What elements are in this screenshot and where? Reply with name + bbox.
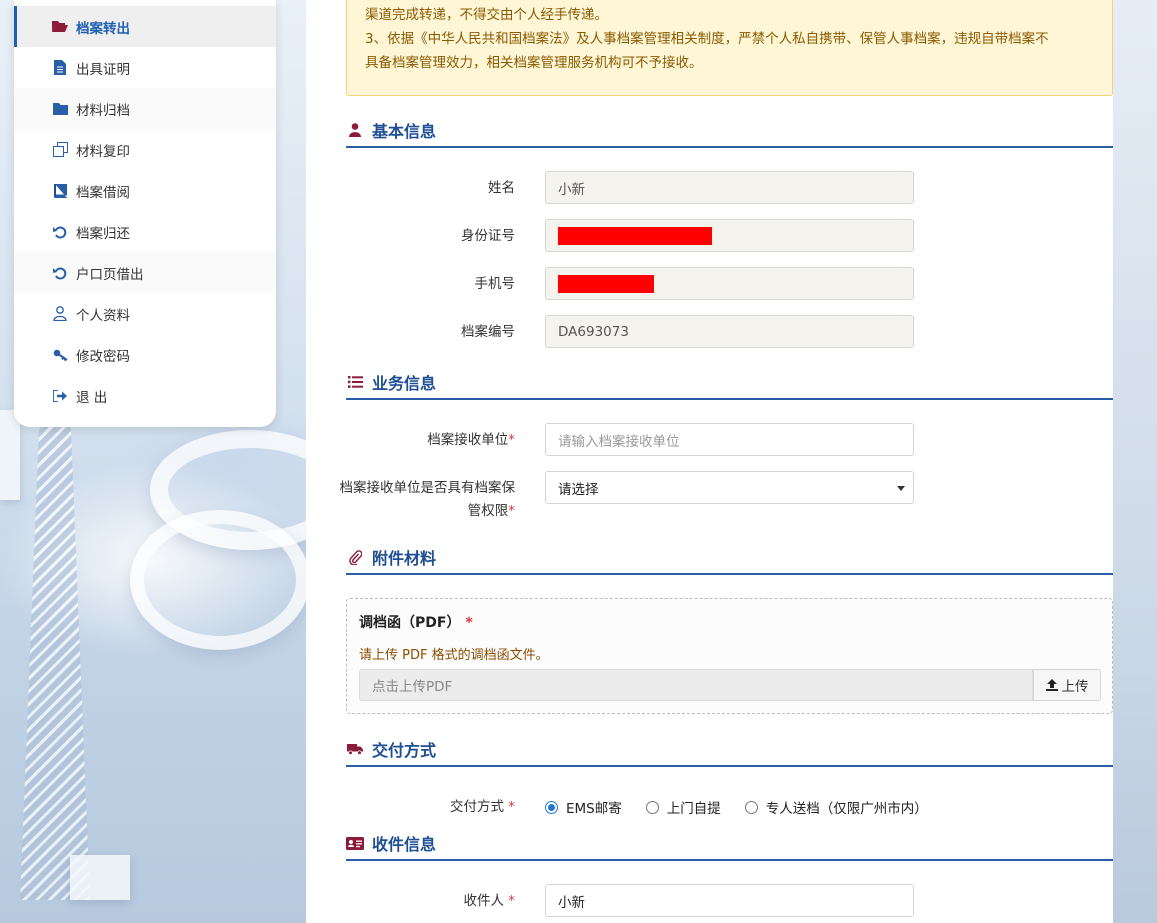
sidebar-item-label: 材料归档 [76,102,130,119]
notice-line: 渠道完成转递，不得交由个人经手传递。 [365,7,608,23]
receiver-unit-input[interactable]: 请输入档案接收单位 [545,423,914,456]
sidebar: 档案转出 出具证明 材料归档 材料复印 档案借阅 档案归还 户口页借出 个人资料… [14,0,276,427]
chevron-down-icon [897,486,905,491]
upload-hint: 请上传 PDF 格式的调档函文件。 [359,648,549,663]
upload-button-label: 上传 [1061,679,1089,695]
name-field: 小新 [545,171,914,204]
sidebar-item-label: 档案借阅 [76,184,130,201]
sidebar-item-household-borrow[interactable]: 户口页借出 [14,252,276,293]
recipient-name-label: 收件人 * [463,893,515,909]
radio-unchecked[interactable] [744,800,758,814]
recipient-name-value: 小新 [558,894,585,911]
sidebar-item-label: 档案转出 [76,20,130,37]
upload-button[interactable]: 上传 [1033,669,1101,701]
authority-select[interactable]: 请选择 [545,471,914,504]
radio-unchecked[interactable] [645,800,659,814]
archive-number-value: DA693073 [558,323,629,340]
delivery-radio-group: EMS邮寄 上门自提 专人送档（仅限广州市内） [545,796,952,818]
main-panel: 渠道完成转递，不得交由个人经手传递。 3、依据《中华人民共和国档案法》及人事档案… [306,0,1113,923]
upload-icon [1045,679,1058,691]
name-value: 小新 [558,181,585,198]
section-attachments: 附件材料 [346,541,1113,575]
sidebar-item-material-archive[interactable]: 材料归档 [14,88,276,129]
receiver-unit-placeholder: 请输入档案接收单位 [558,433,680,450]
radio-label: EMS邮寄 [566,801,622,817]
notice-line: 3、依据《中华人民共和国档案法》及人事档案管理相关制度，严禁个人私自携带、保管人… [365,31,1049,47]
copy-icon [52,142,68,158]
folder-icon [52,101,68,117]
sidebar-item-archive-return[interactable]: 档案归还 [14,211,276,252]
background-building [70,855,130,900]
archive-number-field: DA693073 [545,315,914,348]
recipient-name-input[interactable]: 小新 [545,884,914,917]
sidebar-item-label: 出具证明 [76,61,130,78]
background-stadium-ring [130,510,310,650]
section-business-info: 业务信息 [346,366,1113,400]
delivery-label: 交付方式 * [449,799,515,815]
folder-open-icon [52,19,68,35]
section-recipient: 收件信息 [346,827,1113,861]
upload-pdf-input[interactable]: 点击上传PDF [359,669,1033,701]
undo-icon [52,224,68,240]
delivery-option-courier[interactable]: 专人送档（仅限广州市内） [744,797,928,817]
notice-box: 渠道完成转递，不得交由个人经手传递。 3、依据《中华人民共和国档案法》及人事档案… [346,0,1113,96]
truck-icon [346,741,364,757]
authority-label: 档案接收单位是否具有档案保管权限* [339,480,516,519]
archive-number-label: 档案编号 [461,324,515,340]
notice-line: 具备档案管理效力，相关档案管理服务机构可不予接收。 [365,55,703,71]
id-number-field [545,219,914,252]
upload-placeholder: 点击上传PDF [372,679,453,695]
id-card-icon [346,835,364,851]
undo-icon [52,265,68,281]
sidebar-item-material-copy[interactable]: 材料复印 [14,129,276,170]
sidebar-item-label: 户口页借出 [76,266,144,283]
section-title-text: 基本信息 [372,122,437,141]
name-label: 姓名 [488,180,515,196]
section-title-text: 附件材料 [372,549,437,568]
book-icon [52,183,68,199]
sidebar-item-archive-transfer[interactable]: 档案转出 [14,6,276,47]
user-icon [346,122,364,138]
list-icon [346,374,364,390]
sidebar-item-label: 修改密码 [76,348,130,365]
phone-field [545,267,914,300]
sidebar-item-logout[interactable]: 退 出 [14,375,276,416]
section-basic-info: 基本信息 [346,114,1113,148]
sidebar-item-profile[interactable]: 个人资料 [14,293,276,334]
radio-label: 上门自提 [666,801,721,817]
receiver-unit-label: 档案接收单位* [427,432,515,448]
sidebar-item-label: 个人资料 [76,307,130,324]
sidebar-item-archive-borrow[interactable]: 档案借阅 [14,170,276,211]
sidebar-item-label: 材料复印 [76,143,130,160]
sidebar-item-change-password[interactable]: 修改密码 [14,334,276,375]
sign-out-icon [52,388,68,404]
upload-box: 调档函（PDF） * 请上传 PDF 格式的调档函文件。 点击上传PDF 上传 [346,598,1113,714]
redaction-bar [558,274,654,293]
section-title-text: 交付方式 [372,741,437,760]
user-icon [52,306,68,322]
sidebar-item-label: 档案归还 [76,225,130,242]
delivery-option-ems[interactable]: EMS邮寄 [545,797,622,817]
section-title-text: 业务信息 [372,374,437,393]
key-icon [52,347,68,363]
file-text-icon [52,60,68,76]
background-building [0,410,20,500]
upload-item-title: 调档函（PDF） * [359,615,473,631]
section-title-text: 收件信息 [372,835,437,854]
sidebar-item-certificate[interactable]: 出具证明 [14,47,276,88]
sidebar-item-label: 退 出 [76,389,108,406]
id-number-label: 身份证号 [461,228,515,244]
delivery-option-pickup[interactable]: 上门自提 [645,797,721,817]
section-delivery: 交付方式 [346,733,1113,767]
radio-label: 专人送档（仅限广州市内） [765,801,928,817]
background-right-strip [1113,0,1157,923]
redaction-bar [558,226,712,245]
authority-select-value: 请选择 [558,481,599,498]
phone-label: 手机号 [474,276,516,292]
radio-checked[interactable] [545,800,558,814]
paperclip-icon [346,549,364,565]
